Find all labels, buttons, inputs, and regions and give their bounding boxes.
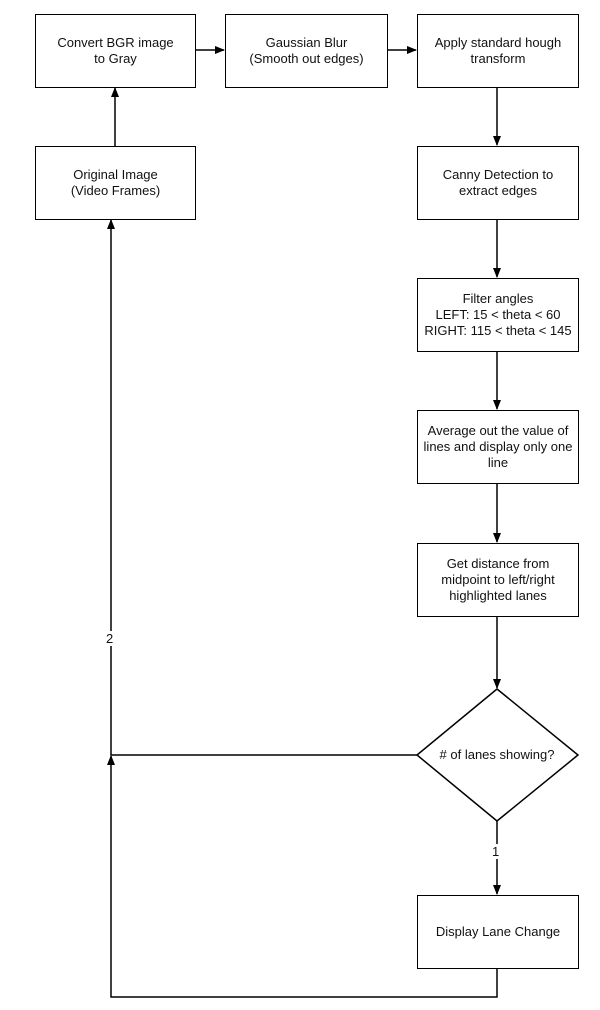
decision-label: # of lanes showing? <box>439 747 555 762</box>
node-gaussian-blur: Gaussian Blur (Smooth out edges) <box>225 14 388 88</box>
arrow-decision-to-original <box>107 219 417 756</box>
node-canny: Canny Detection to extract edges <box>417 146 579 220</box>
node-convert-gray: Convert BGR image to Gray <box>35 14 196 88</box>
node-display-lane-change: Display Lane Change <box>417 895 579 969</box>
edge-label-two: 2 <box>104 631 116 646</box>
node-get-distance: Get distance from midpoint to left/right… <box>417 543 579 617</box>
node-hough-transform: Apply standard hough transform <box>417 14 579 88</box>
node-average-lines: Average out the value of lines and displ… <box>417 410 579 484</box>
edge-label-one: 1 <box>490 844 502 859</box>
node-filter-angles: Filter angles LEFT: 15 < theta < 60 RIGH… <box>417 278 579 352</box>
node-original-image: Original Image (Video Frames) <box>35 146 196 220</box>
